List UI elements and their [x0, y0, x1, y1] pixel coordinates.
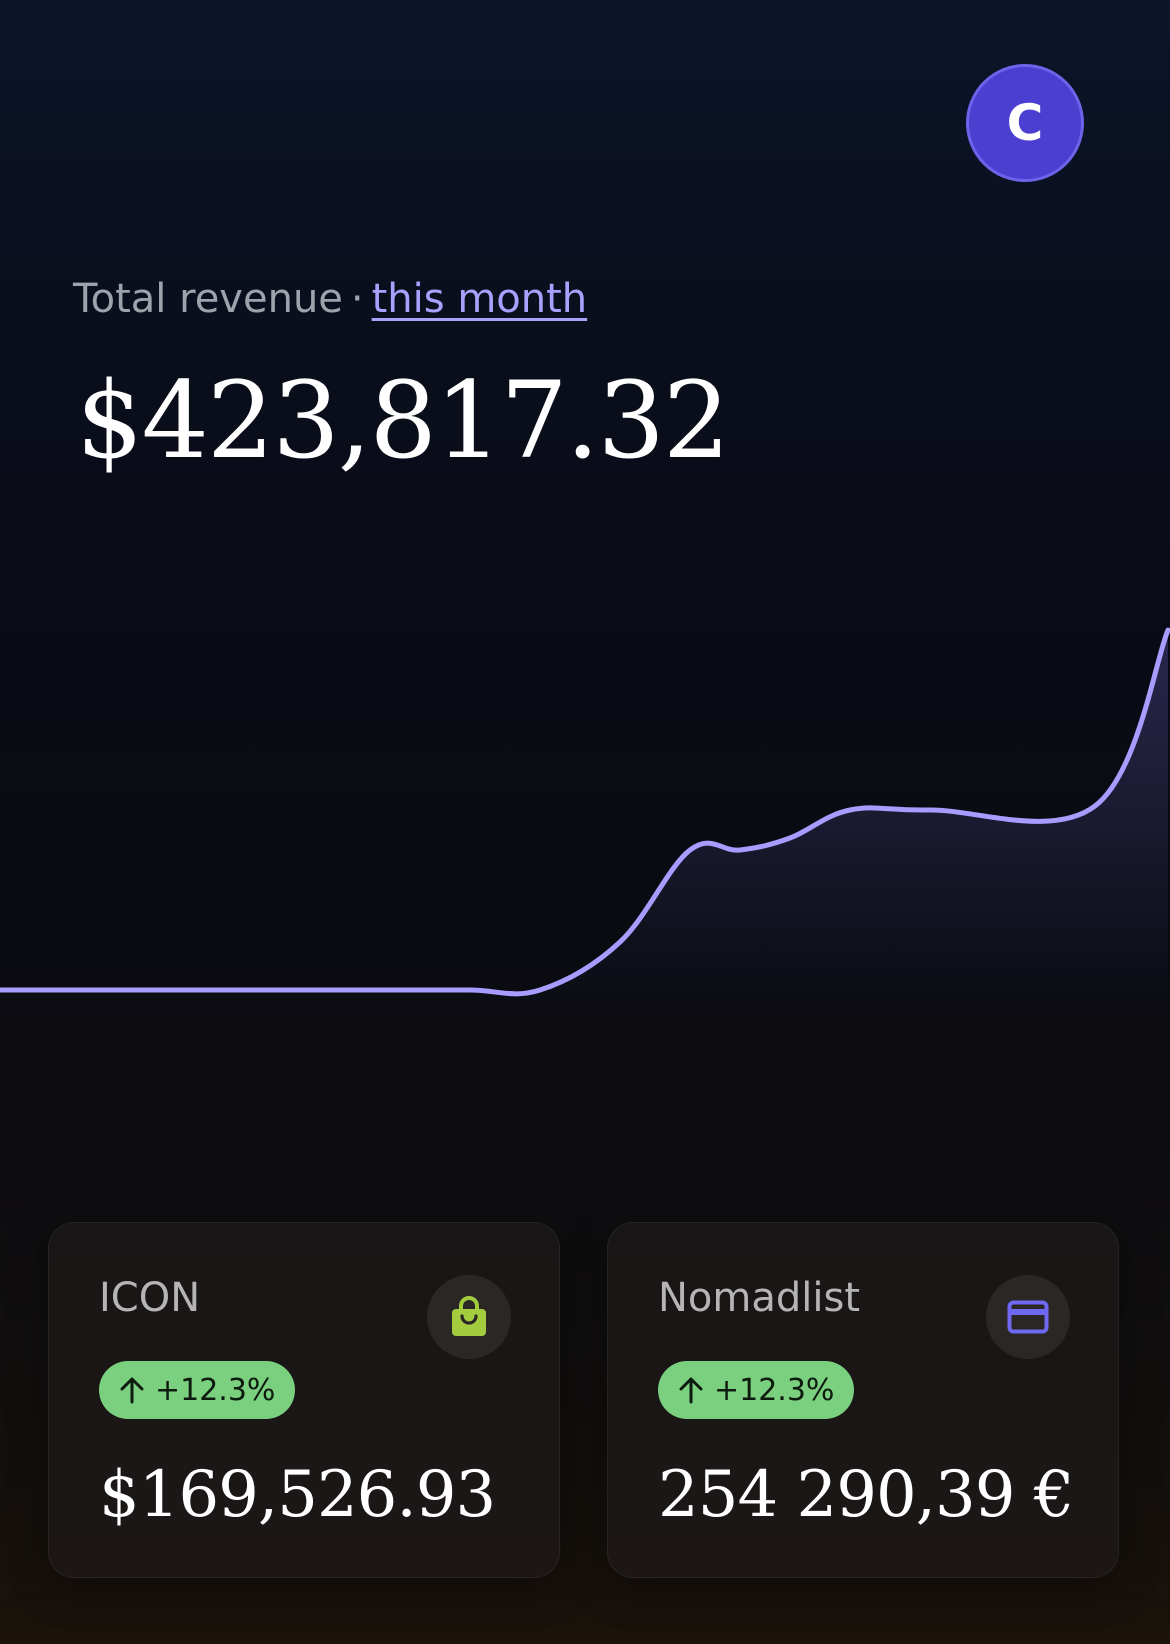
account-card-icon[interactable]: ICON +12.3% $169,526.93	[48, 1222, 560, 1578]
account-value: 254 290,39 €	[658, 1458, 1074, 1532]
account-value: $169,526.93	[99, 1458, 496, 1532]
change-value: +12.3%	[714, 1372, 835, 1408]
total-revenue-value: $423,817.32	[76, 359, 730, 482]
revenue-chart	[0, 627, 1170, 1020]
change-value: +12.3%	[155, 1372, 276, 1408]
user-avatar[interactable]: C	[966, 64, 1084, 182]
revenue-label-text: Total revenue	[73, 276, 343, 322]
arrow-up-icon	[679, 1377, 703, 1404]
account-name: Nomadlist	[658, 1275, 861, 1321]
total-revenue-label: Total revenue · this month	[73, 276, 587, 322]
avatar-initial: C	[1006, 94, 1044, 152]
arrow-up-icon	[120, 1377, 144, 1404]
account-name: ICON	[99, 1275, 201, 1321]
shopping-bag-icon	[427, 1275, 511, 1359]
change-badge: +12.3%	[658, 1361, 855, 1419]
account-card-nomadlist[interactable]: Nomadlist +12.3% 254 290,39 €	[607, 1222, 1119, 1578]
credit-card-icon	[986, 1275, 1070, 1359]
label-separator: ·	[350, 276, 364, 322]
chart-area-fill	[0, 630, 1168, 1020]
period-selector-link[interactable]: this month	[372, 276, 588, 322]
change-badge: +12.3%	[99, 1361, 296, 1419]
